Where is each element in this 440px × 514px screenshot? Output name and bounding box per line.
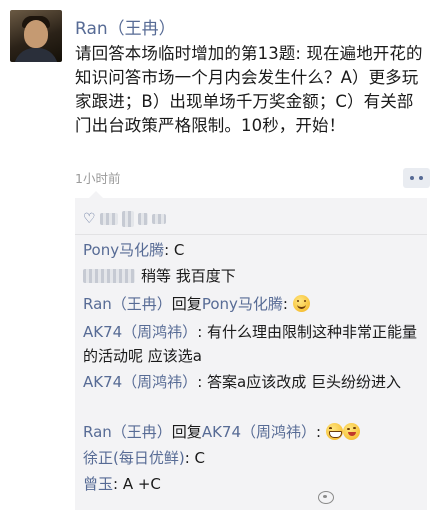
weibo-logo-icon xyxy=(318,491,334,504)
post-username[interactable]: Ran（王冉） xyxy=(75,14,176,39)
comment-author[interactable]: 曾玉 xyxy=(83,475,113,493)
blurred-like-name xyxy=(137,213,148,225)
comment-text: : A +C xyxy=(113,475,161,493)
avatar-face xyxy=(24,20,48,48)
comment-author[interactable]: AK74（周鸿祎） xyxy=(83,373,197,391)
comment-divider xyxy=(75,234,427,235)
blurred-like-name xyxy=(99,213,118,225)
grin-emoji-icon xyxy=(325,423,343,440)
comment-text: 稍等 我百度下 xyxy=(141,267,236,285)
comment-author[interactable]: Pony马化腾 xyxy=(83,241,164,259)
comment-item: Ran（王冉）回复AK74（周鸿祎）: xyxy=(83,420,421,444)
post-text: 请回答本场临时增加的第13题: 现在遍地开花的知识问答市场一个月内会发生什么？A… xyxy=(75,44,423,135)
more-dots-icon xyxy=(410,176,423,180)
comment-text: : C xyxy=(164,241,185,259)
reply-target[interactable]: Pony马化腾 xyxy=(202,295,283,313)
blurred-like-name xyxy=(151,214,166,224)
comment-author[interactable]: 徐正(每日优鲜) xyxy=(83,449,185,467)
post-time: 1小时前 xyxy=(75,171,121,186)
heart-icon: ♡ xyxy=(83,211,96,227)
comment-item: Pony马化腾: C xyxy=(83,238,421,262)
avatar[interactable] xyxy=(10,10,62,62)
comment-author[interactable]: Ran（王冉） xyxy=(83,295,172,313)
comment-item: 曾玉: A +C xyxy=(83,472,421,496)
comment-area: ♡ Pony马化腾: C 稍等 我百度下 Ran（王冉）回复Pony马化腾: A… xyxy=(75,191,427,510)
reply-word: 回复 xyxy=(171,423,202,441)
comment-item: 稍等 我百度下 xyxy=(83,264,421,288)
avatar-body xyxy=(14,48,58,62)
wink-emoji-icon xyxy=(342,423,360,440)
blurred-like-name xyxy=(121,211,134,227)
comment-text: : xyxy=(282,295,288,313)
comment-item: 徐正(每日优鲜): C xyxy=(83,446,421,470)
comment-item: AK74（周鸿祎）: 答案a应该改成 巨头纷纷进入 xyxy=(83,370,421,394)
reply-target[interactable]: AK74（周鸿祎） xyxy=(202,423,316,441)
smile-emoji-icon xyxy=(292,295,310,312)
comment-author[interactable]: AK74（周鸿祎） xyxy=(83,323,197,341)
comment-item: AK74（周鸿祎）: 有什么理由限制这种非常正能量的活动呢 应该选a xyxy=(83,320,421,368)
comment-item: Ran（王冉）回复Pony马化腾: xyxy=(83,292,421,316)
reply-word: 回复 xyxy=(171,295,202,313)
comment-text: : 答案a应该改成 巨头纷纷进入 xyxy=(197,373,401,391)
comment-text: : C xyxy=(184,449,206,467)
comment-button[interactable] xyxy=(403,168,430,188)
comment-text: : xyxy=(316,423,322,441)
likes-row: ♡ xyxy=(83,206,166,232)
comment-author[interactable]: Ran（王冉） xyxy=(83,423,172,441)
blurred-author xyxy=(83,269,135,283)
watermark xyxy=(318,491,334,504)
